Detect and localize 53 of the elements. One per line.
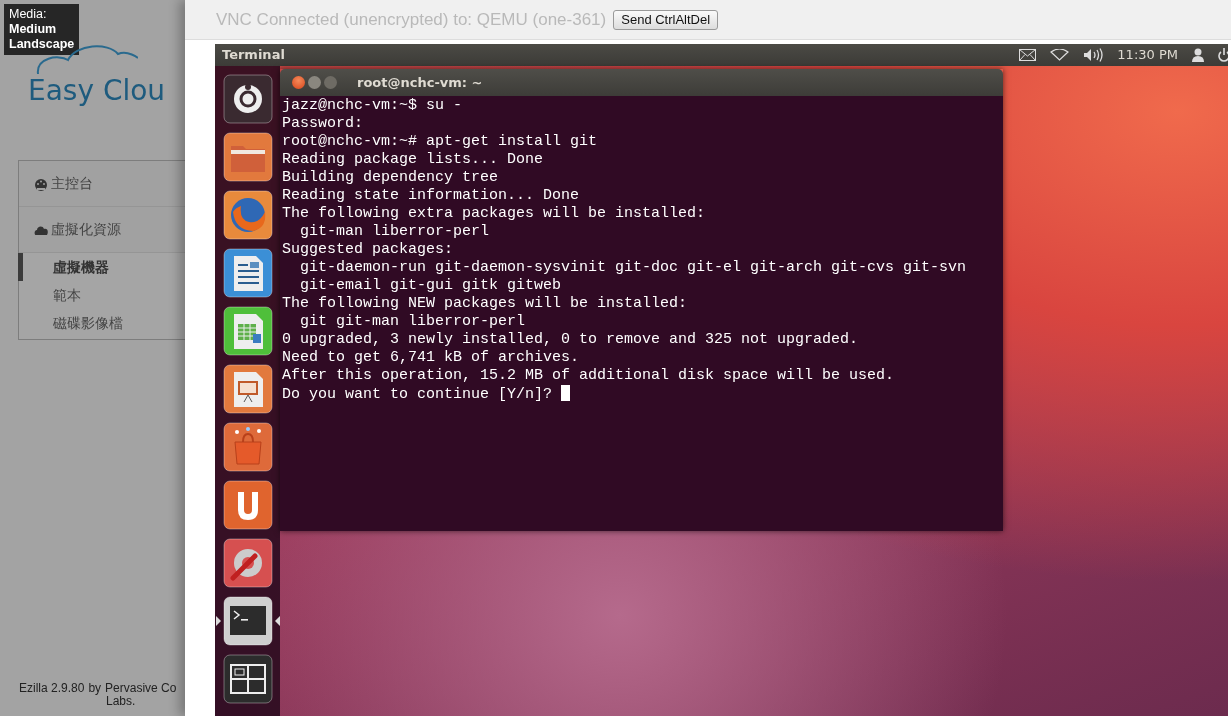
terminal-line: Need to get 6,741 kB of archives. [282,349,580,366]
volume-icon[interactable] [1083,48,1104,62]
sidebar-subitem[interactable]: 範本 [18,281,185,309]
sidebar-item[interactable]: 主控台 [51,173,93,194]
mail-icon[interactable] [1019,49,1037,61]
user-icon[interactable] [1192,48,1204,62]
terminal-line: git-daemon-run git-daemon-sysvinit git-doc git-el git-arch git-cvs git-svn [299,259,967,276]
presentation-icon[interactable] [222,364,273,414]
close-button[interactable] [292,76,305,89]
workspaces-icon[interactable] [222,654,273,704]
terminal-line: The following NEW packages will be installed: [282,295,688,312]
dashboard-icon [34,176,48,191]
terminal-line: git-man liberror-perl [299,223,490,240]
terminal-line: Password: [282,115,363,132]
shopping-bag-icon[interactable] [222,422,273,472]
logo-text: Easy Clou [28,73,166,109]
terminal-line: Do you want to continue [Y/n]? [282,386,554,403]
media-label: Media: [9,7,48,22]
terminal-line: The following extra packages will be installed: [282,205,706,222]
clock-text[interactable]: 11:30 PM [1117,45,1178,65]
terminal-icon[interactable] [222,596,273,646]
send-ctrlaltdel-button[interactable]: Send CtrlAltDel [613,9,719,30]
footer-text: . [132,695,136,708]
spreadsheet-icon[interactable] [222,306,273,356]
minimize-button[interactable] [308,76,321,89]
focus-indicator-icon [274,616,280,626]
sidebar-subitem[interactable]: 磁碟影像檔 [18,309,185,337]
sidebar-item[interactable]: 虛擬化資源 [51,219,121,240]
power-icon[interactable] [1218,48,1228,62]
terminal-line: git git-man liberror-perl [299,313,526,330]
version-link[interactable]: Ezilla 2.9.80 [19,682,85,695]
organization-link[interactable]: Pervasive Co [105,682,177,695]
document-icon[interactable] [222,248,273,298]
window-title: Terminal [222,46,285,65]
footer-text: by [88,682,102,695]
terminal-line: Suggested packages: [282,241,454,258]
terminal-line: Reading state information... Done [282,187,580,204]
folder-icon[interactable] [222,132,273,182]
u-shape-icon[interactable] [222,480,273,530]
window-title: root@nchc-vm: ~ [357,73,483,92]
wifi-icon[interactable] [1050,49,1070,61]
terminal-line: root@nchc-vm:~# apt-get install git [282,133,598,150]
ubuntu-logo-icon[interactable] [222,74,273,124]
terminal-line: git-email git-gui gitk gitweb [299,277,562,294]
terminal-line: 0 upgraded, 3 newly installed, 0 to remove and 325 not upgraded. [282,331,859,348]
settings-icon[interactable] [222,538,273,588]
media-value: Medium [9,22,58,37]
terminal-line: Reading package lists... Done [282,151,544,168]
media-value: Landscape [9,37,75,52]
terminal-line: After this operation, 15.2 MB of additional disk space will be used. [282,367,895,384]
terminal-line: Building dependency tree [282,169,499,186]
terminal-line: jazz@nchc-vm:~$ su - [282,97,463,114]
browser-icon[interactable] [222,190,273,240]
